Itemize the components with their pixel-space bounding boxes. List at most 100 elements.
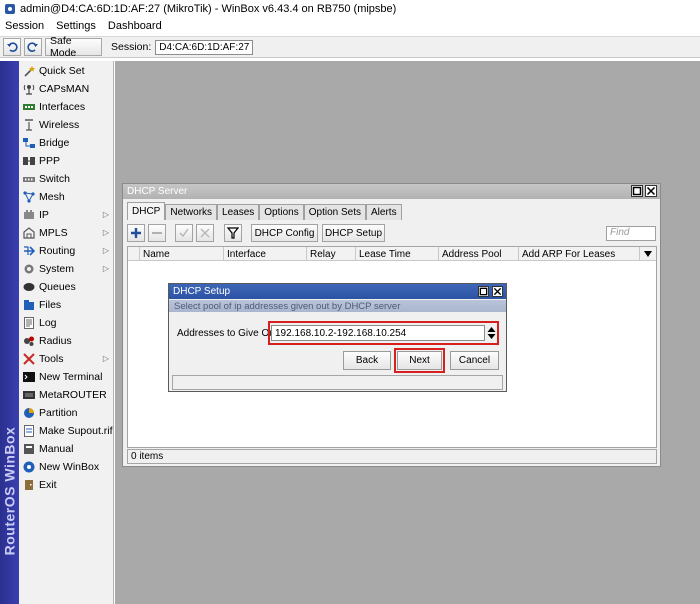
next-button[interactable]: Next: [397, 351, 442, 370]
manual-icon: [24, 444, 34, 454]
dialog-status-bar: [172, 375, 503, 390]
sidebar-menu: Quick Set CAPsMAN Interfaces Wireless Br…: [19, 61, 114, 604]
tab-dhcp[interactable]: DHCP: [127, 202, 166, 220]
check-icon: [179, 228, 189, 238]
interfaces-icon: [23, 104, 35, 110]
queues-icon: [23, 283, 35, 291]
filter-icon: [227, 227, 239, 239]
switch-icon: [23, 177, 35, 182]
window-title: admin@D4:CA:6D:1D:AF:27 (MikroTik) - Win…: [20, 2, 397, 15]
minus-icon: [152, 232, 162, 234]
sidebar-item-mpls[interactable]: MPLS ▷: [19, 224, 114, 242]
sidebar-item-partition[interactable]: Partition: [19, 404, 114, 422]
safe-mode-button[interactable]: Safe Mode: [45, 35, 102, 59]
winbox-app-icon: [4, 3, 16, 15]
column-address-pool[interactable]: Address Pool: [439, 247, 519, 261]
terminal-icon: [23, 372, 35, 382]
sidebar-item-ppp[interactable]: PPP: [19, 152, 114, 170]
enable-button[interactable]: [175, 224, 193, 242]
dhcp-tabs: DHCP Networks Leases Options Option Sets…: [127, 202, 402, 220]
dialog-close-button[interactable]: [492, 286, 503, 297]
addresses-input[interactable]: 192.168.10.2-192.168.10.254: [271, 325, 485, 341]
undo-button[interactable]: [3, 38, 21, 56]
tab-options[interactable]: Options: [259, 204, 304, 220]
mpls-icon: [23, 227, 35, 239]
filter-button[interactable]: [224, 224, 242, 242]
session-label: Session:: [111, 41, 152, 53]
dhcp-setup-button[interactable]: DHCP Setup: [322, 224, 385, 242]
window-titlebar: admin@D4:CA:6D:1D:AF:27 (MikroTik) - Win…: [0, 0, 700, 17]
mesh-icon: [23, 191, 35, 203]
menu-dashboard[interactable]: Dashboard: [108, 20, 162, 32]
sidebar-item-make-supout[interactable]: Make Supout.rif: [19, 422, 114, 440]
sidebar-item-wireless[interactable]: Wireless: [19, 116, 114, 134]
brand-bar: RouterOS WinBox: [0, 61, 19, 604]
bridge-icon: [23, 138, 35, 148]
menu-settings[interactable]: Settings: [56, 20, 96, 32]
dhcp-server-titlebar[interactable]: DHCP Server: [123, 184, 660, 199]
disable-button[interactable]: [196, 224, 214, 242]
system-gear-icon: [24, 264, 34, 274]
tab-alerts[interactable]: Alerts: [366, 204, 402, 220]
dhcp-config-button[interactable]: DHCP Config: [251, 224, 318, 242]
sidebar-item-interfaces[interactable]: Interfaces: [19, 98, 114, 116]
sidebar-item-exit[interactable]: Exit: [19, 476, 114, 494]
tools-icon: [23, 353, 35, 365]
wireless-icon: [25, 119, 33, 131]
column-interface[interactable]: Interface: [224, 247, 307, 261]
remove-button[interactable]: [148, 224, 166, 242]
brand-label: RouterOS WinBox: [1, 426, 18, 556]
sidebar-item-ip[interactable]: IP ▷: [19, 206, 114, 224]
sidebar-item-switch[interactable]: Switch: [19, 170, 114, 188]
dhcp-setup-subtitle: Select pool of ip addresses given out by…: [169, 300, 506, 312]
sidebar-item-log[interactable]: Log: [19, 314, 114, 332]
column-name[interactable]: Name: [140, 247, 224, 261]
sidebar-item-new-terminal[interactable]: New Terminal: [19, 368, 114, 386]
sidebar-item-routing[interactable]: Routing ▷: [19, 242, 114, 260]
sidebar-item-system[interactable]: System ▷: [19, 260, 114, 278]
sidebar-item-files[interactable]: Files: [19, 296, 114, 314]
tab-networks[interactable]: Networks: [165, 204, 218, 220]
sidebar-item-bridge[interactable]: Bridge: [19, 134, 114, 152]
find-input[interactable]: Find: [606, 226, 656, 241]
column-relay[interactable]: Relay: [307, 247, 356, 261]
undo-icon: [7, 42, 18, 52]
wand-icon: [24, 66, 35, 77]
menu-session[interactable]: Session: [5, 20, 44, 32]
submenu-arrow-icon: ▷: [102, 354, 109, 363]
sidebar-item-new-winbox[interactable]: New WinBox: [19, 458, 114, 476]
addresses-label: Addresses to Give Out:: [177, 328, 281, 339]
tab-option-sets[interactable]: Option Sets: [303, 204, 367, 220]
sidebar-item-quick-set[interactable]: Quick Set: [19, 62, 114, 80]
dhcp-toolbar: DHCP Config DHCP Setup Find: [127, 223, 657, 244]
add-button[interactable]: [127, 224, 145, 242]
column-lease-time[interactable]: Lease Time: [356, 247, 439, 261]
maximize-button[interactable]: [631, 185, 643, 197]
close-icon: [493, 287, 502, 296]
addresses-spinner[interactable]: [487, 325, 496, 341]
chevron-down-icon: [644, 251, 652, 257]
sidebar-item-capsman[interactable]: CAPsMAN: [19, 80, 114, 98]
column-add-arp[interactable]: Add ARP For Leases: [519, 247, 640, 261]
sidebar-item-manual[interactable]: Manual: [19, 440, 114, 458]
sidebar-item-queues[interactable]: Queues: [19, 278, 114, 296]
column-select[interactable]: [128, 247, 140, 261]
close-button[interactable]: [645, 185, 657, 197]
winbox-icon: [23, 461, 35, 473]
column-chooser-button[interactable]: [640, 247, 656, 261]
tab-leases[interactable]: Leases: [217, 204, 260, 220]
redo-button[interactable]: [24, 38, 42, 56]
plus-icon: [131, 228, 141, 238]
dialog-maximize-button[interactable]: [478, 286, 489, 297]
back-button[interactable]: Back: [343, 351, 391, 370]
sidebar-item-metarouter[interactable]: MetaROUTER: [19, 386, 114, 404]
sidebar-item-mesh[interactable]: Mesh: [19, 188, 114, 206]
submenu-arrow-icon: ▷: [102, 246, 109, 255]
antenna-icon: [23, 84, 35, 95]
sidebar-item-tools[interactable]: Tools ▷: [19, 350, 114, 368]
ip-icon: [24, 210, 34, 219]
sidebar-item-radius[interactable]: Radius: [19, 332, 114, 350]
cancel-button[interactable]: Cancel: [450, 351, 499, 370]
dhcp-setup-titlebar[interactable]: DHCP Setup: [169, 284, 506, 299]
close-icon: [646, 186, 656, 196]
